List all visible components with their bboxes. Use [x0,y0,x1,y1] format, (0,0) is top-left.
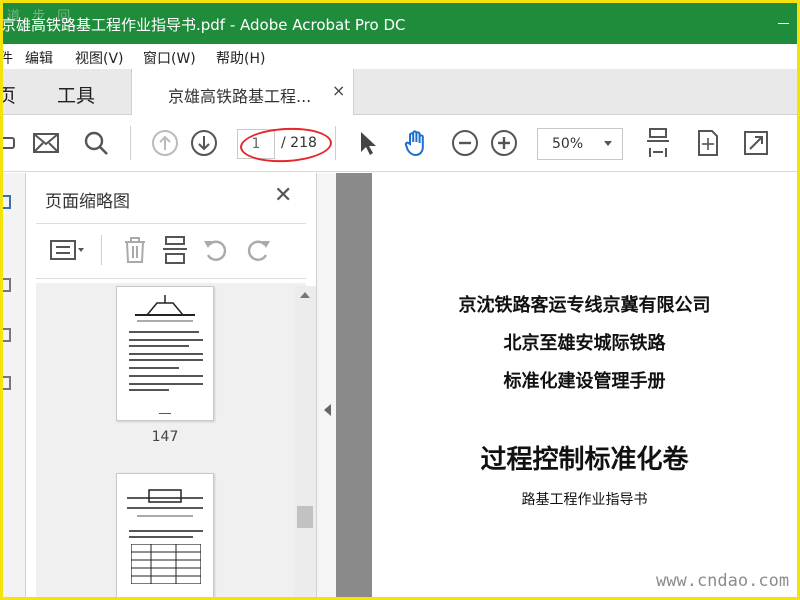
text-line [129,383,203,385]
pdf-page: 京沈铁路客运专线京冀有限公司 北京至雄安城际铁路 标准化建设管理手册 过程控制标… [372,173,797,597]
toolbar-divider [335,126,336,160]
doc-line-manual: 标准化建设管理手册 [503,371,666,392]
chevron-down-icon [604,141,612,146]
panel-divider [36,278,306,279]
toolbar-divider [130,126,131,160]
text-line [129,530,203,532]
fit-page-icon[interactable] [693,128,723,158]
text-line [129,353,203,355]
thumbnail-options-icon[interactable] [48,235,88,265]
collapse-panel-strip[interactable] [316,173,336,597]
zoom-out-icon[interactable] [450,128,480,158]
title-bar: 道 步 回 京雄高铁路基工程作业指导书.pdf - Adobe Acrobat … [3,3,797,44]
scroll-up-icon[interactable] [300,292,310,298]
menu-help[interactable]: 帮助(H) [216,48,265,68]
panel-tool-divider [101,235,102,265]
text-line [159,413,171,414]
rotate-right-icon[interactable] [243,235,273,265]
window-title: 京雄高铁路基工程作业指导书.pdf - Adobe Acrobat Pro DC [3,16,406,34]
bookmarks-nav-icon[interactable] [3,278,11,292]
menu-view[interactable]: 视图(V) [75,48,124,68]
thumbnail-table [131,544,201,584]
email-icon[interactable] [31,128,61,158]
text-line [129,375,203,377]
minimize-icon[interactable] [778,23,789,24]
rotate-left-icon[interactable] [201,235,231,265]
site-watermark: www.cndao.com [656,571,790,591]
text-line [129,367,179,369]
tab-document[interactable]: 京雄高铁路基工程... × [131,69,354,115]
doc-line-railway: 北京至雄安城际铁路 [503,333,666,354]
thumbnail-figure [135,295,195,322]
thumbnail-scrollbar[interactable] [294,286,316,597]
full-screen-icon[interactable] [741,128,771,158]
page-thumbnail-147[interactable] [116,286,214,421]
close-panel-icon[interactable]: ✕ [274,183,292,208]
menu-edit[interactable]: 编辑 [25,48,53,68]
select-cursor-icon[interactable] [353,128,383,158]
text-line [129,536,193,538]
text-line [129,359,203,361]
hand-tool-icon[interactable] [401,128,431,158]
next-page-icon[interactable] [189,128,219,158]
tab-bar: 页 工具 京雄高铁路基工程... × [3,69,797,115]
tab-tools[interactable]: 工具 [57,81,95,108]
thumbnail-list: 147 [36,283,306,597]
text-line [129,331,199,333]
page-thumbnails-nav-icon[interactable] [3,195,11,209]
toolbar: 1 / 218 50% [3,116,797,172]
print-icon[interactable] [3,128,23,158]
page-thumbnail-148[interactable] [116,473,214,597]
menu-file[interactable]: 件 [3,48,13,68]
text-line [129,345,189,347]
doc-subtitle: 路基工程作业指导书 [521,492,648,508]
doc-line-company: 京沈铁路客运专线京冀有限公司 [458,295,711,316]
app-window: 道 步 回 京雄高铁路基工程作业指导书.pdf - Adobe Acrobat … [3,3,797,597]
insert-page-icon[interactable] [160,235,190,265]
text-line [129,339,203,341]
menu-bar: 件 编辑 视图(V) 窗口(W) 帮助(H) [3,44,797,69]
delete-page-icon[interactable] [120,235,150,265]
page-number-label: 147 [151,429,179,445]
tab-document-label: 京雄高铁路基工程... [168,87,312,106]
panel-title: 页面缩略图 [45,192,130,212]
fit-width-icon[interactable] [643,128,673,158]
close-tab-icon[interactable]: × [332,81,345,100]
collapse-arrow-icon[interactable] [324,404,331,416]
scrollbar-thumb[interactable] [297,506,313,528]
tab-home[interactable]: 页 [3,81,16,108]
thumbnail-figure [127,489,203,517]
left-navigation-rail [3,173,26,597]
previous-page-icon[interactable] [150,128,180,158]
text-line [129,389,169,391]
search-icon[interactable] [81,128,111,158]
document-view[interactable]: 京沈铁路客运专线京冀有限公司 北京至雄安城际铁路 标准化建设管理手册 过程控制标… [336,173,797,597]
doc-volume-title: 过程控制标准化卷 [480,445,689,475]
menu-window[interactable]: 窗口(W) [143,48,196,68]
layers-nav-icon[interactable] [3,376,11,390]
zoom-value: 50% [552,136,584,152]
zoom-select[interactable]: 50% [537,128,623,160]
attachments-nav-icon[interactable] [3,328,11,342]
panel-divider [36,223,306,224]
page-thumbnails-panel: 页面缩略图 ✕ 147 [26,173,316,597]
zoom-in-icon[interactable] [489,128,519,158]
